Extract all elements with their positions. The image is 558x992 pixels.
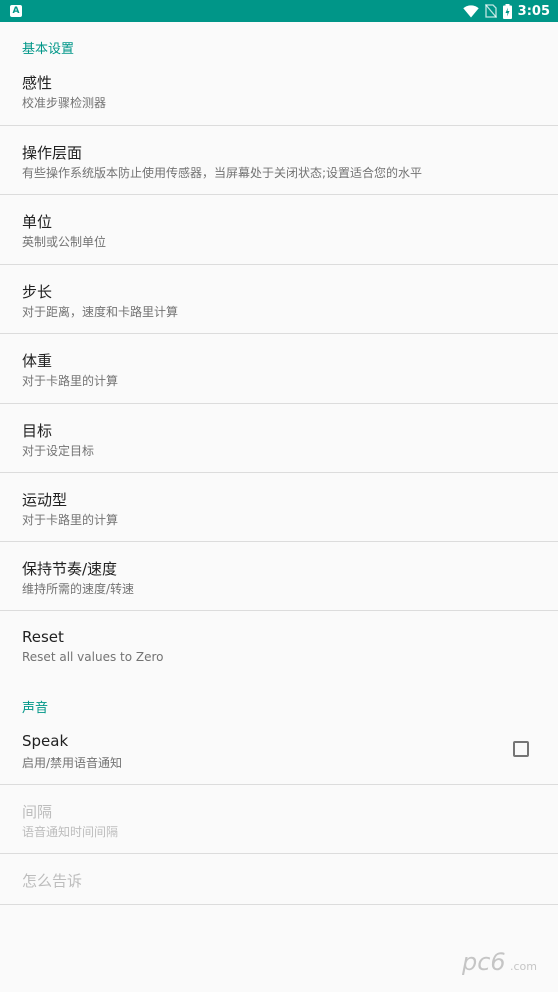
pref-body-weight[interactable]: 体重 对于卡路里的计算: [0, 350, 558, 404]
divider: [0, 264, 558, 265]
pref-summary: 启用/禁用语音通知: [22, 756, 123, 770]
section-header-sound: 声音: [22, 701, 49, 716]
app-notification-icon: A: [10, 5, 22, 17]
pref-summary: 对于卡路里的计算: [22, 374, 119, 388]
battery-charging-icon: [502, 3, 512, 19]
no-sim-icon: [484, 4, 497, 18]
divider: [0, 853, 558, 854]
pref-unit[interactable]: 单位 英制或公制单位: [0, 211, 558, 265]
wifi-icon: [462, 4, 479, 17]
pref-title: 保持节奏/速度: [22, 560, 118, 578]
status-bar: A 3:05: [0, 0, 558, 22]
divider: [0, 784, 558, 785]
divider: [0, 333, 558, 334]
pref-title: 体重: [22, 352, 53, 370]
pref-summary: 对于卡路里的计算: [22, 513, 119, 527]
divider: [0, 904, 558, 905]
pref-summary: 对于距离，速度和卡路里计算: [22, 305, 179, 319]
pref-goal[interactable]: 目标 对于设定目标: [0, 420, 558, 474]
clock-time: 3:05: [517, 3, 550, 19]
divider: [0, 472, 558, 473]
pref-title: 感性: [22, 74, 53, 92]
divider: [0, 403, 558, 404]
pref-speak[interactable]: Speak 启用/禁用语音通知: [0, 732, 558, 786]
pref-pace[interactable]: 保持节奏/速度 维持所需的速度/转速: [0, 558, 558, 612]
pref-title: Reset: [22, 628, 64, 646]
pref-exercise-type[interactable]: 运动型 对于卡路里的计算: [0, 489, 558, 543]
pref-title: 步长: [22, 283, 53, 301]
pref-title: 怎么告诉: [22, 872, 83, 890]
pref-title: 操作层面: [22, 144, 83, 162]
pref-operation-level[interactable]: 操作层面 有些操作系统版本防止使用传感器，当屏幕处于关闭状态;设置适合您的水平: [0, 142, 558, 196]
pref-summary: 英制或公制单位: [22, 235, 107, 249]
pref-title: 单位: [22, 213, 53, 231]
pref-reset[interactable]: Reset Reset all values to Zero: [0, 628, 558, 682]
pref-interval[interactable]: 间隔 语音通知时间间隔: [0, 801, 558, 855]
pref-title: Speak: [22, 732, 69, 750]
pref-title: 目标: [22, 422, 53, 440]
section-header-basic: 基本设置: [22, 42, 75, 57]
svg-text:.com: .com: [510, 960, 537, 973]
pref-sensitivity[interactable]: 感性 校准步骤检测器: [0, 72, 558, 126]
pref-summary: 维持所需的速度/转速: [22, 582, 135, 596]
speak-checkbox[interactable]: [513, 741, 529, 757]
pref-summary: Reset all values to Zero: [22, 650, 164, 664]
pref-title: 运动型: [22, 491, 68, 509]
svg-text:pc6: pc6: [461, 948, 506, 976]
pref-summary: 有些操作系统版本防止使用传感器，当屏幕处于关闭状态;设置适合您的水平: [22, 166, 423, 180]
pref-summary: 对于设定目标: [22, 444, 95, 458]
pref-summary: 校准步骤检测器: [22, 96, 107, 110]
divider: [0, 610, 558, 611]
pref-title: 间隔: [22, 803, 53, 821]
pref-how-to-tell[interactable]: 怎么告诉: [0, 870, 558, 906]
pref-summary: 语音通知时间间隔: [22, 825, 119, 839]
divider: [0, 125, 558, 126]
divider: [0, 541, 558, 542]
watermark-logo: pc6 .com: [461, 948, 537, 976]
pref-step-length[interactable]: 步长 对于距离，速度和卡路里计算: [0, 281, 558, 335]
status-icons: 3:05: [462, 0, 550, 22]
divider: [0, 194, 558, 195]
